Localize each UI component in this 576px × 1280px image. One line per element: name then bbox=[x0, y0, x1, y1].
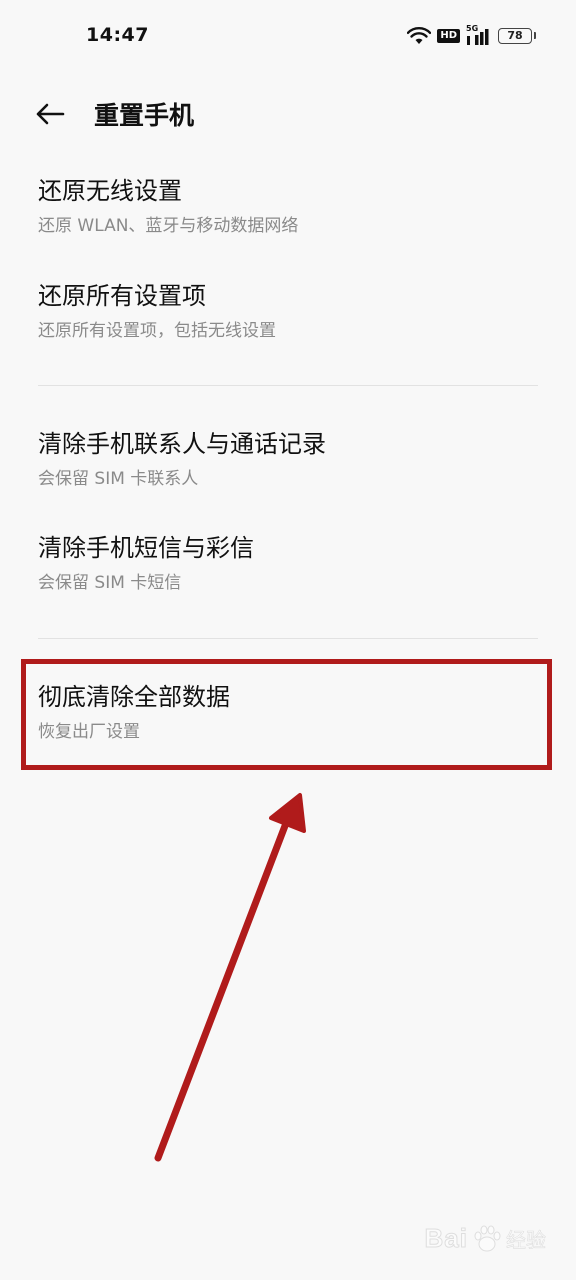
item-title: 清除手机联系人与通话记录 bbox=[38, 430, 326, 458]
clear-messages-item[interactable]: 清除手机短信与彩信 会保留 SIM 卡短信 bbox=[38, 532, 538, 594]
item-title: 清除手机短信与彩信 bbox=[38, 534, 254, 562]
back-button[interactable] bbox=[30, 94, 70, 134]
section-divider bbox=[38, 638, 538, 639]
section-divider bbox=[38, 385, 538, 386]
page-title: 重置手机 bbox=[94, 101, 195, 130]
clear-contacts-call-log-item[interactable]: 清除手机联系人与通话记录 会保留 SIM 卡联系人 bbox=[38, 428, 538, 490]
cellular-signal-icon: 5G bbox=[466, 24, 492, 46]
paw-logo-icon bbox=[474, 1225, 501, 1251]
wifi-icon bbox=[407, 27, 432, 44]
item-description: 会保留 SIM 卡联系人 bbox=[38, 469, 199, 489]
baidu-watermark: Bai 经验 bbox=[424, 1223, 547, 1254]
item-description: 还原所有设置项，包括无线设置 bbox=[38, 321, 276, 341]
reset-all-settings-item[interactable]: 还原所有设置项 还原所有设置项，包括无线设置 bbox=[38, 280, 538, 342]
status-time: 14:47 bbox=[86, 24, 149, 46]
back-arrow-icon bbox=[36, 103, 65, 125]
reset-wireless-settings-item[interactable]: 还原无线设置 还原 WLAN、蓝牙与移动数据网络 bbox=[38, 175, 538, 237]
item-title: 还原无线设置 bbox=[38, 177, 182, 205]
annotation-highlight-box bbox=[21, 659, 552, 770]
battery-icon: 78 bbox=[498, 28, 536, 44]
header: 重置手机 bbox=[0, 80, 576, 146]
watermark-sub: 经验 bbox=[506, 1228, 547, 1253]
status-bar: 14:47 HD 5G 78 bbox=[0, 0, 576, 72]
item-description: 还原 WLAN、蓝牙与移动数据网络 bbox=[38, 216, 299, 236]
watermark-brand: Bai bbox=[424, 1223, 468, 1254]
hd-badge: HD bbox=[437, 29, 460, 43]
item-title: 还原所有设置项 bbox=[38, 282, 206, 310]
status-icons: HD 5G 78 bbox=[407, 24, 536, 48]
item-description: 会保留 SIM 卡短信 bbox=[38, 573, 182, 593]
